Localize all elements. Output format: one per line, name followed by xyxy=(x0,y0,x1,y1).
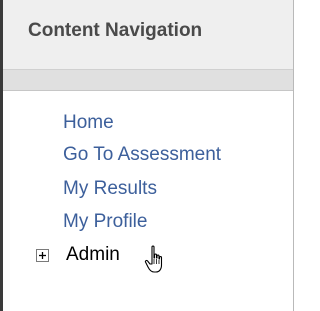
hand-pointer-icon xyxy=(144,245,170,275)
nav-link-my-results[interactable]: My Results xyxy=(63,178,157,200)
header-band xyxy=(3,70,293,91)
nav-link-go-to-assessment[interactable]: Go To Assessment xyxy=(63,144,221,166)
panel-title: Content Navigation xyxy=(28,20,203,41)
content-navigation-panel: Content Navigation Home Go To Assessment… xyxy=(0,0,294,311)
nav-link-my-profile[interactable]: My Profile xyxy=(63,211,147,233)
panel-header: Content Navigation xyxy=(3,0,293,70)
plus-square-icon[interactable] xyxy=(36,249,49,262)
nav-link-home[interactable]: Home xyxy=(63,112,114,134)
admin-label[interactable]: Admin xyxy=(66,244,120,266)
